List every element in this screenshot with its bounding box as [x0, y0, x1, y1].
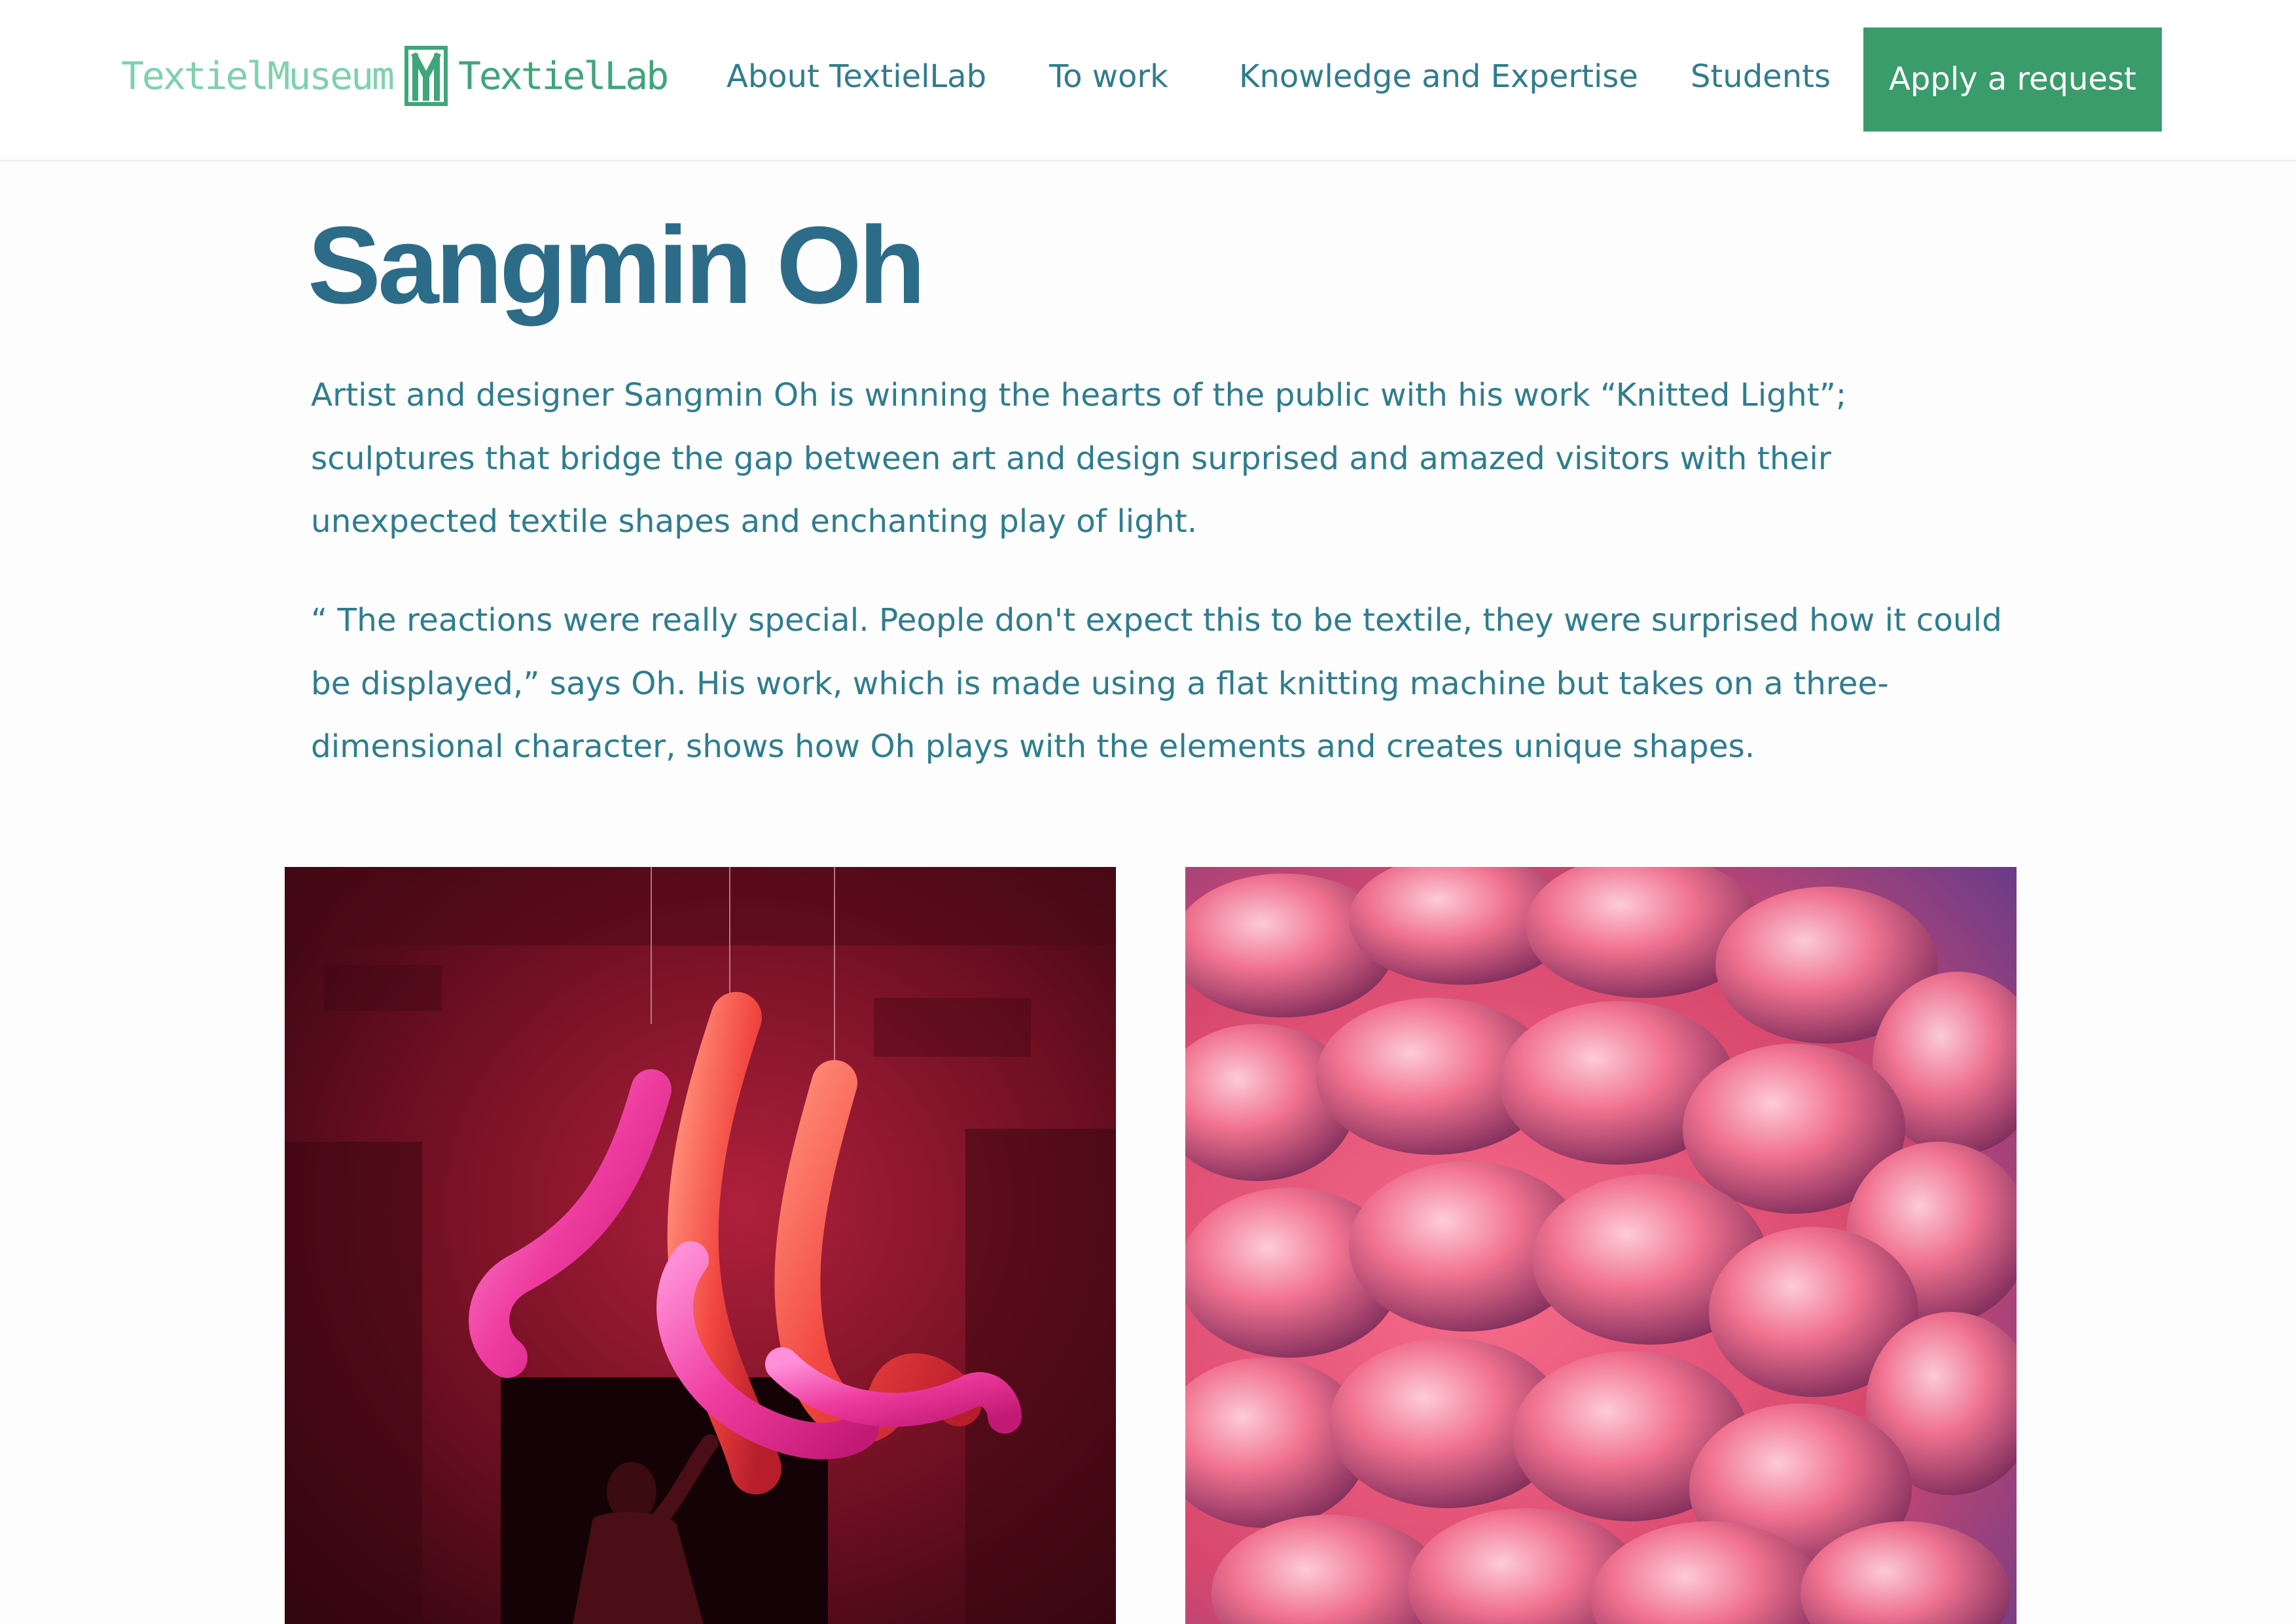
knitted-texture-closeup-photo: [1185, 867, 2017, 1624]
logo-museum-text: TextielMuseum: [121, 54, 395, 98]
nav-students[interactable]: Students: [1691, 54, 1831, 99]
intro-line: sculptures that bridge the gap between a…: [311, 440, 1831, 477]
apply-request-button[interactable]: Apply a request: [1863, 27, 2162, 132]
knitted-light-installation-photo: [285, 867, 1116, 1624]
page-title: Sangmin Oh: [308, 203, 925, 327]
quote-line: be displayed,” says Oh. His work, which …: [311, 665, 1889, 702]
intro-line: unexpected textile shapes and enchanting…: [311, 503, 1198, 540]
nav-knowledge-expertise[interactable]: Knowledge and Expertise: [1239, 54, 1638, 99]
quote-line: dimensional character, shows how Oh play…: [311, 728, 1755, 765]
intro-line: Artist and designer Sangmin Oh is winnin…: [311, 377, 1847, 414]
logo-lab-text: TextielLab: [457, 54, 669, 98]
quote-paragraph: “ The reactions were really special. Peo…: [311, 589, 2013, 779]
intro-paragraph: Artist and designer Sangmin Oh is winnin…: [311, 364, 2013, 554]
nav-to-work[interactable]: To work: [1049, 54, 1168, 99]
site-logo[interactable]: TextielMuseum TextielLab: [121, 43, 669, 109]
textielmuseum-m-logo-icon: [404, 46, 448, 106]
site-header: TextielMuseum TextielLab About TextielLa…: [0, 0, 2296, 162]
nav-about-textiellab[interactable]: About TextielLab: [726, 54, 986, 99]
quote-line: “ The reactions were really special. Peo…: [311, 602, 2002, 639]
